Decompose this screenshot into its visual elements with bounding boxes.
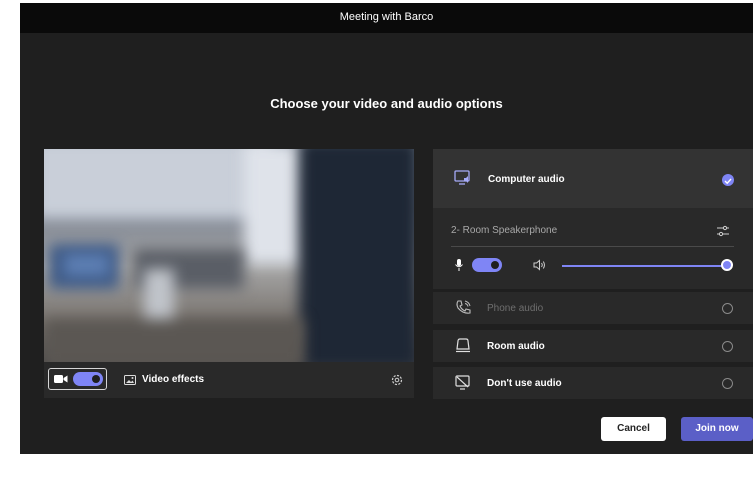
video-effects-icon[interactable] bbox=[124, 375, 136, 385]
volume-slider-track[interactable] bbox=[562, 265, 728, 267]
preview-light bbox=[244, 149, 304, 264]
page-heading: Choose your video and audio options bbox=[270, 96, 503, 111]
microphone-toggle[interactable] bbox=[472, 258, 502, 272]
volume-slider-thumb[interactable] bbox=[721, 259, 733, 271]
cancel-button[interactable]: Cancel bbox=[601, 417, 666, 441]
phone-audio-icon bbox=[456, 300, 471, 314]
microphone-icon bbox=[455, 259, 463, 271]
camera-toggle[interactable] bbox=[48, 368, 107, 390]
divider bbox=[451, 246, 734, 247]
room-audio-icon bbox=[456, 338, 470, 353]
preview-floor bbox=[44, 319, 304, 362]
phone-audio-option[interactable]: Phone audio bbox=[433, 292, 753, 324]
computer-audio-option[interactable]: Computer audio bbox=[433, 149, 753, 208]
room-audio-radio[interactable] bbox=[722, 341, 733, 352]
camera-preview bbox=[44, 149, 414, 362]
camera-icon bbox=[54, 375, 68, 383]
room-audio-option[interactable]: Room audio bbox=[433, 330, 753, 362]
no-audio-option[interactable]: Don't use audio bbox=[433, 367, 753, 399]
preview-ceiling bbox=[44, 149, 274, 219]
video-effects-label[interactable]: Video effects bbox=[142, 374, 204, 385]
video-controls: Video effects bbox=[44, 362, 414, 398]
room-audio-label: Room audio bbox=[487, 341, 545, 352]
gear-icon[interactable] bbox=[390, 373, 404, 387]
device-settings-icon[interactable] bbox=[716, 225, 730, 237]
speaker-device-label[interactable]: 2- Room Speakerphone bbox=[451, 225, 557, 236]
title-bar: Meeting with Barco bbox=[20, 3, 753, 33]
computer-audio-icon bbox=[454, 170, 470, 185]
computer-audio-label: Computer audio bbox=[488, 174, 565, 185]
no-audio-icon bbox=[455, 375, 470, 390]
phone-audio-label: Phone audio bbox=[487, 303, 544, 314]
no-audio-radio[interactable] bbox=[722, 378, 733, 389]
meeting-window: Meeting with Barco Choose your video and… bbox=[20, 3, 753, 454]
camera-switch[interactable] bbox=[73, 372, 103, 386]
join-now-button[interactable]: Join now bbox=[681, 417, 753, 441]
video-panel: Video effects bbox=[44, 149, 414, 398]
no-audio-label: Don't use audio bbox=[487, 378, 562, 389]
preview-screen-glow bbox=[64, 254, 109, 276]
checkmark-icon bbox=[722, 174, 734, 186]
computer-audio-card[interactable]: Computer audio 2- Room Speakerphone bbox=[433, 149, 753, 289]
preview-curtain bbox=[299, 149, 414, 362]
window-title: Meeting with Barco bbox=[339, 11, 434, 23]
speaker-volume-icon bbox=[533, 259, 545, 271]
phone-audio-radio[interactable] bbox=[722, 303, 733, 314]
